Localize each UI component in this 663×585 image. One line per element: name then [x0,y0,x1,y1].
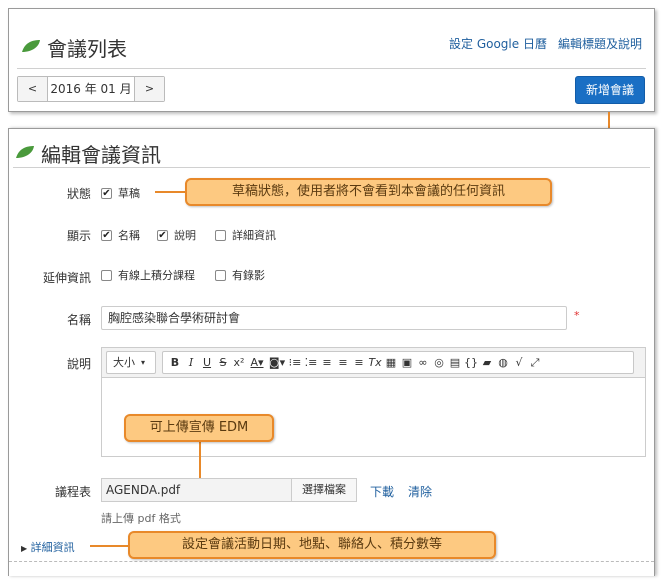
meeting-list-panel: 會議列表 設定 Google 日曆 編輯標題及說明 < 2016 年 01 月 … [8,8,655,112]
numbered-list-icon[interactable]: ⁝≡ [287,353,303,373]
image-icon[interactable]: ▣ [399,353,415,373]
month-navigator: < 2016 年 01 月 > [17,76,165,102]
divider [13,167,650,168]
folder-icon[interactable]: ▰ [479,353,495,373]
align-center-icon[interactable]: ≡ [335,353,351,373]
display-details-checkbox[interactable]: 詳細資訊 [215,227,276,243]
current-month: 2016 年 01 月 [50,82,132,96]
agenda-hint: 請上傳 pdf 格式 [101,512,181,525]
save-icon[interactable]: ▤ [447,353,463,373]
status-label: 狀態 [66,187,91,201]
agenda-label: 議程表 [54,485,91,499]
caret-right-icon: ▶ [21,544,28,553]
status-draft-checkbox[interactable]: ✔ 草稿 [101,185,140,201]
fullscreen-icon[interactable]: ⤢ [527,353,543,373]
next-month-button[interactable]: > [134,77,164,101]
align-right-icon[interactable]: ≡ [351,353,367,373]
name-label: 名稱 [66,313,91,327]
callout-connector [155,191,185,193]
download-link[interactable]: 下載 [370,483,394,500]
background-color-icon[interactable]: ◙▾ [267,353,287,373]
text-color-icon[interactable]: A▾ [247,353,267,373]
checkbox-box [215,229,226,241]
link-icon[interactable]: ∞ [415,353,431,373]
callout-connector [90,545,128,547]
name-input[interactable]: 胸腔感染聯合學術研討會 [101,306,567,330]
page-title: 會議列表 [47,37,127,61]
display-details-label: 詳細資訊 [232,229,276,242]
details-callout: 設定會議活動日期、地點、聯絡人、積分數等 [128,531,496,559]
checkbox-box: ✔ [101,229,112,241]
formula-icon[interactable]: √ [511,353,527,373]
online-credit-label: 有線上積分課程 [118,269,195,282]
superscript-icon[interactable]: x² [231,353,247,373]
checkbox-box: ✔ [157,229,168,241]
checkbox-box [101,269,112,281]
required-marker: * [574,309,580,322]
description-label: 說明 [66,357,91,371]
details-toggle-label: 詳細資訊 [30,541,75,554]
table-icon[interactable]: ▦ [383,353,399,373]
display-description-label: 說明 [174,229,196,242]
divider [17,68,646,69]
clear-link[interactable]: 清除 [408,483,432,500]
extension-label: 延伸資訊 [42,271,91,285]
edm-callout: 可上傳宣傳 EDM [124,414,274,442]
bullet-list-icon[interactable]: ⁚≡ [303,353,319,373]
chevron-down-icon: ▾ [141,357,146,367]
video-icon[interactable]: ◎ [431,353,447,373]
online-credit-checkbox[interactable]: 有線上積分課程 [101,267,195,283]
align-left-icon[interactable]: ≡ [319,353,335,373]
editor-toolbar: 大小 ▾ B I U S x² A▾ ◙▾ ⁝≡ ⁚≡ ≡ ≡ ≡ Tx ▦ ▣… [102,348,645,378]
leaf-icon [22,40,40,52]
choose-file-button[interactable]: 選擇檔案 [291,478,357,502]
code-icon[interactable]: {} [463,353,479,373]
details-toggle[interactable]: ▶ 詳細資訊 [21,539,75,555]
status-draft-label: 草稿 [118,187,140,200]
underline-icon[interactable]: U [199,353,215,373]
checkbox-box: ✔ [101,187,112,199]
edit-title-link[interactable]: 編輯標題及說明 [558,35,642,52]
leaf-icon [16,146,34,158]
prev-month-button[interactable]: < [18,77,48,101]
strikethrough-icon[interactable]: S [215,353,231,373]
bold-icon[interactable]: B [167,353,183,373]
display-label: 顯示 [66,229,91,243]
italic-icon[interactable]: I [183,353,199,373]
font-size-select[interactable]: 大小 ▾ [106,351,156,374]
recording-checkbox[interactable]: 有錄影 [215,267,265,283]
form-title: 編輯會議資訊 [41,143,161,167]
divider [9,561,654,562]
recording-label: 有錄影 [232,269,265,282]
format-toolbar: B I U S x² A▾ ◙▾ ⁝≡ ⁚≡ ≡ ≡ ≡ Tx ▦ ▣ ∞ ◎ … [162,351,634,374]
display-name-label: 名稱 [118,229,140,242]
font-size-label: 大小 [113,355,135,369]
clear-format-icon[interactable]: Tx [367,353,383,373]
display-description-checkbox[interactable]: ✔ 說明 [157,227,196,243]
add-meeting-button[interactable]: 新增會議 [575,76,645,104]
checkbox-box [215,269,226,281]
draft-callout: 草稿狀態，使用者將不會看到本會議的任何資訊 [185,178,552,206]
agenda-file-input[interactable]: AGENDA.pdf [101,478,291,502]
display-name-checkbox[interactable]: ✔ 名稱 [101,227,140,243]
google-calendar-link[interactable]: 設定 Google 日曆 [449,35,547,52]
globe-icon[interactable]: ◍ [495,353,511,373]
callout-connector [199,440,201,478]
